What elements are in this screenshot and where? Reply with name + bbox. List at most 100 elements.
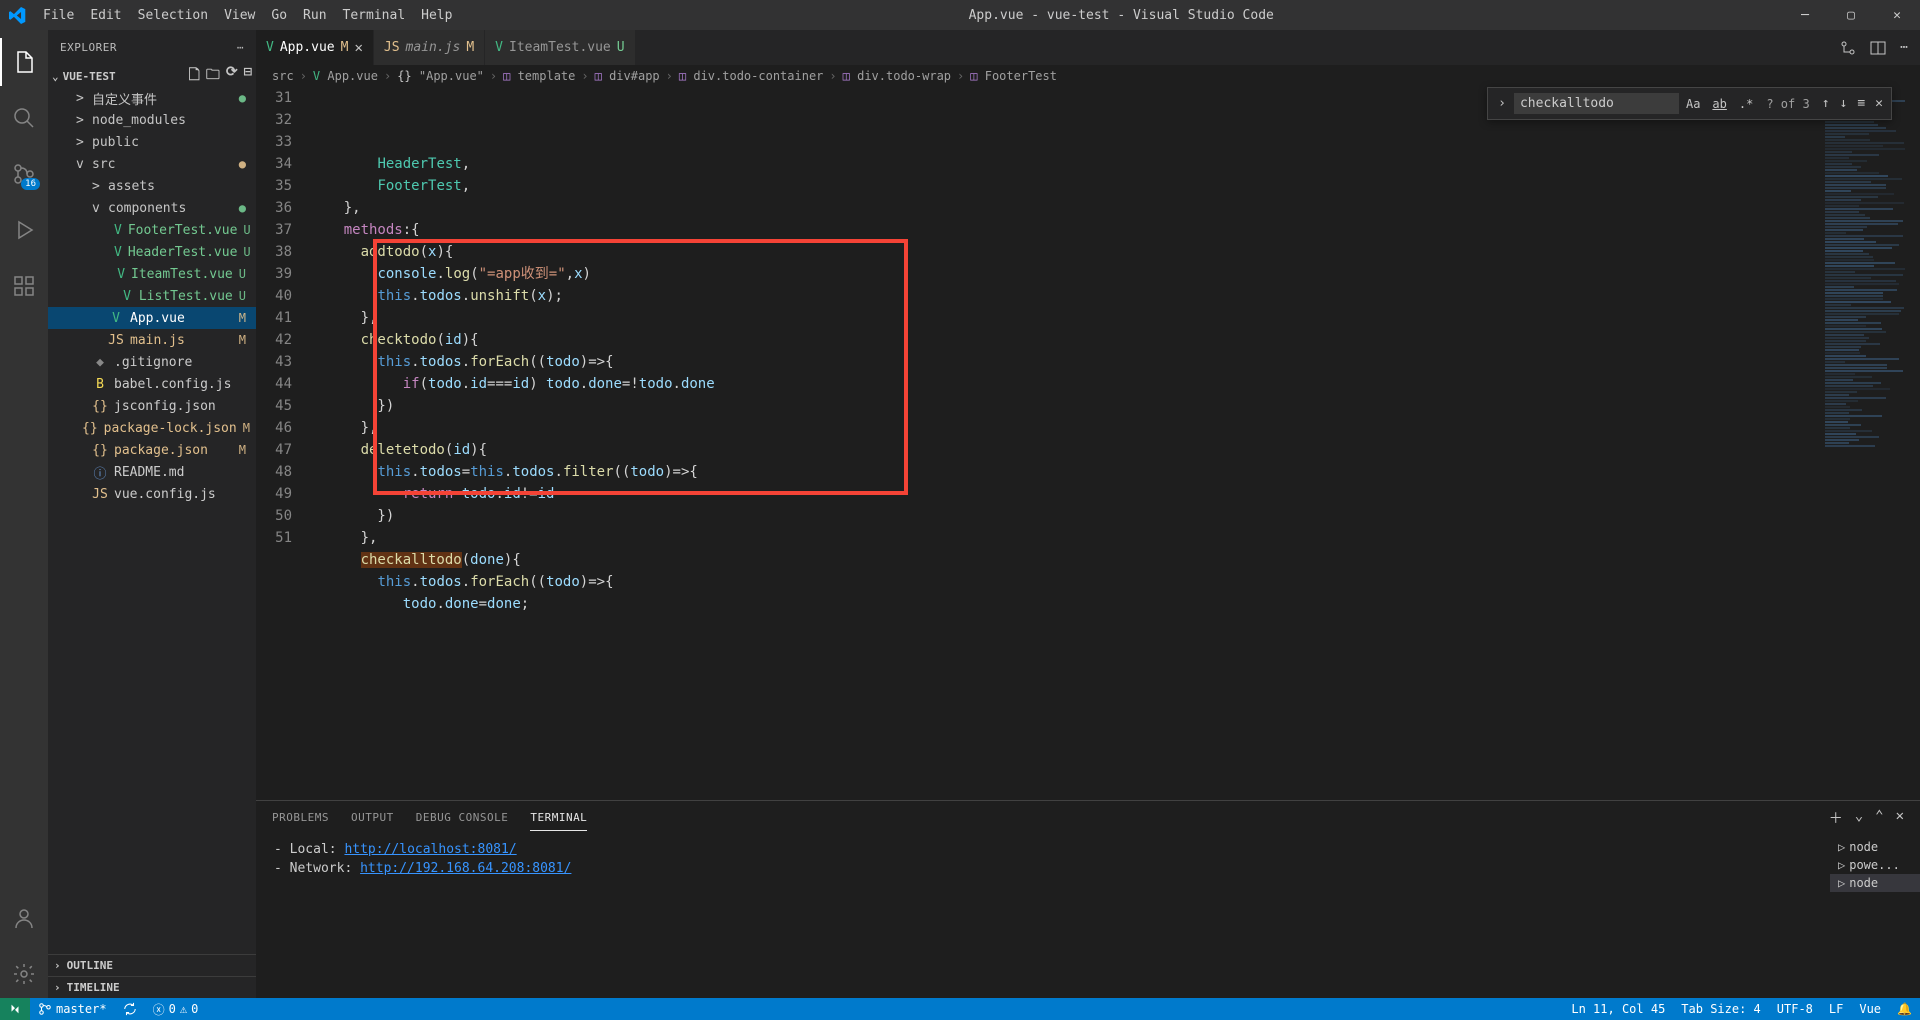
terminal-dropdown-icon[interactable]: ⌄: [1855, 808, 1863, 828]
more-actions-icon[interactable]: ⋯: [1900, 40, 1908, 55]
split-editor-icon[interactable]: [1870, 40, 1886, 56]
find-selection-icon[interactable]: ≡: [1853, 94, 1869, 113]
compare-icon[interactable]: [1840, 40, 1856, 56]
match-word-icon[interactable]: ab: [1707, 95, 1731, 113]
find-toggle-replace-icon[interactable]: ›: [1492, 92, 1512, 115]
source-control-icon[interactable]: 16: [0, 150, 48, 198]
errors-warnings[interactable]: ⓧ0 ⚠0: [145, 998, 207, 1020]
tree-item[interactable]: >自定义事件●: [48, 87, 256, 109]
maximize-panel-icon[interactable]: ⌃: [1875, 808, 1883, 828]
breadcrumb-item[interactable]: {} "App.vue": [397, 69, 484, 83]
tree-item[interactable]: VFooterTest.vueU: [48, 219, 256, 241]
network-url[interactable]: http://192.168.64.208:8081/: [360, 861, 571, 876]
tree-item[interactable]: JSvue.config.js: [48, 483, 256, 505]
tree-item[interactable]: {}package-lock.jsonM: [48, 417, 256, 439]
tree-item[interactable]: vcomponents●: [48, 197, 256, 219]
find-next-icon[interactable]: ↓: [1836, 94, 1852, 113]
regex-icon[interactable]: .*: [1734, 95, 1758, 113]
panel-tab-problems[interactable]: PROBLEMS: [272, 805, 329, 830]
timeline-section[interactable]: ›TIMELINE: [48, 976, 256, 998]
sidebar-more-icon[interactable]: ⋯: [237, 41, 244, 54]
collapse-icon[interactable]: ⊟: [244, 64, 252, 88]
tree-item[interactable]: >assets: [48, 175, 256, 197]
close-button[interactable]: ✕: [1874, 0, 1920, 30]
editor-tab[interactable]: JSmain.jsM: [374, 30, 485, 65]
new-file-icon[interactable]: 🗋: [189, 64, 200, 88]
menu-run[interactable]: Run: [295, 4, 334, 27]
cursor-position[interactable]: Ln 11, Col 45: [1563, 998, 1673, 1020]
menu-file[interactable]: File: [35, 4, 82, 27]
tree-item-label: src: [92, 157, 115, 172]
run-debug-icon[interactable]: [0, 206, 48, 254]
editor-tab[interactable]: VIteamTest.vueU: [485, 30, 635, 65]
breadcrumb-item[interactable]: ◫ div.todo-wrap: [843, 69, 951, 83]
panel-tab-debug[interactable]: DEBUG CONSOLE: [416, 805, 509, 830]
breadcrumb-item[interactable]: V App.vue: [313, 69, 378, 83]
menu-help[interactable]: Help: [413, 4, 460, 27]
menu-edit[interactable]: Edit: [82, 4, 129, 27]
breadcrumb[interactable]: src›V App.vue›{} "App.vue"›◫ template›◫ …: [256, 65, 1920, 87]
tree-item[interactable]: VIteamTest.vueU: [48, 263, 256, 285]
close-icon[interactable]: ✕: [354, 40, 362, 56]
tree-item[interactable]: Bbabel.config.js: [48, 373, 256, 395]
explorer-icon[interactable]: [0, 38, 48, 86]
search-icon[interactable]: [0, 94, 48, 142]
extensions-icon[interactable]: [0, 262, 48, 310]
find-input[interactable]: [1514, 93, 1679, 114]
remote-indicator[interactable]: [0, 998, 30, 1020]
git-branch[interactable]: master*: [30, 998, 115, 1020]
language-mode[interactable]: Vue: [1851, 998, 1889, 1020]
new-folder-icon[interactable]: 🗀: [206, 64, 220, 88]
editor-tab[interactable]: VApp.vueM✕: [256, 30, 374, 65]
account-icon[interactable]: [0, 894, 48, 942]
tree-item[interactable]: ◆.gitignore: [48, 351, 256, 373]
breadcrumb-item[interactable]: ◫ div.todo-container: [679, 69, 824, 83]
tree-item[interactable]: JSmain.jsM: [48, 329, 256, 351]
tab-size[interactable]: Tab Size: 4: [1673, 998, 1768, 1020]
menu-selection[interactable]: Selection: [130, 4, 216, 27]
terminal-output[interactable]: - Local: http://localhost:8081/ - Networ…: [256, 834, 1830, 998]
menu-terminal[interactable]: Terminal: [335, 4, 414, 27]
encoding[interactable]: UTF-8: [1769, 998, 1821, 1020]
terminal-item[interactable]: ▷node: [1830, 838, 1920, 856]
notifications-icon[interactable]: 🔔: [1889, 998, 1920, 1020]
tree-item[interactable]: VHeaderTest.vueU: [48, 241, 256, 263]
panel-tab-output[interactable]: OUTPUT: [351, 805, 394, 830]
code-editor[interactable]: 3132333435363738394041424344454647484950…: [256, 87, 1920, 800]
tree-item-label: public: [92, 135, 139, 150]
breadcrumb-item[interactable]: ◫ template: [503, 69, 575, 83]
find-prev-icon[interactable]: ↑: [1818, 94, 1834, 113]
code-content[interactable]: HeaderTest, FooterTest, }, methods:{ add…: [310, 87, 1820, 800]
outline-section[interactable]: ›OUTLINE: [48, 954, 256, 976]
menu-view[interactable]: View: [216, 4, 263, 27]
breadcrumb-item[interactable]: ◫ div#app: [595, 69, 660, 83]
terminal-list: ▷node ▷powe... ▷node: [1830, 834, 1920, 998]
tree-item[interactable]: >public: [48, 131, 256, 153]
new-terminal-icon[interactable]: ＋: [1829, 808, 1843, 828]
terminal-item[interactable]: ▷node: [1830, 874, 1920, 892]
panel-tab-terminal[interactable]: TERMINAL: [530, 805, 587, 831]
local-url[interactable]: http://localhost:8081/: [344, 842, 516, 857]
find-close-icon[interactable]: ✕: [1871, 94, 1887, 113]
tree-item[interactable]: {}jsconfig.json: [48, 395, 256, 417]
breadcrumb-item[interactable]: ◫ FooterTest: [970, 69, 1057, 83]
refresh-icon[interactable]: ⟳: [226, 64, 238, 88]
menu-go[interactable]: Go: [263, 4, 295, 27]
match-case-icon[interactable]: Aa: [1681, 95, 1705, 113]
eol[interactable]: LF: [1821, 998, 1851, 1020]
maximize-button[interactable]: ▢: [1828, 0, 1874, 30]
tree-item[interactable]: {}package.jsonM: [48, 439, 256, 461]
terminal-item[interactable]: ▷powe...: [1830, 856, 1920, 874]
tree-item[interactable]: VListTest.vueU: [48, 285, 256, 307]
sidebar-section-header[interactable]: ⌄ VUE-TEST 🗋 🗀 ⟳ ⊟: [48, 65, 256, 87]
breadcrumb-item[interactable]: src: [272, 69, 294, 83]
minimap[interactable]: [1820, 87, 1920, 800]
sync-icon[interactable]: [115, 998, 145, 1020]
tree-item[interactable]: >node_modules: [48, 109, 256, 131]
minimize-button[interactable]: ─: [1782, 0, 1828, 30]
tree-item[interactable]: vsrc●: [48, 153, 256, 175]
close-panel-icon[interactable]: ✕: [1896, 808, 1904, 828]
tree-item[interactable]: VApp.vueM: [48, 307, 256, 329]
settings-gear-icon[interactable]: [0, 950, 48, 998]
tree-item[interactable]: ⓘREADME.md: [48, 461, 256, 483]
